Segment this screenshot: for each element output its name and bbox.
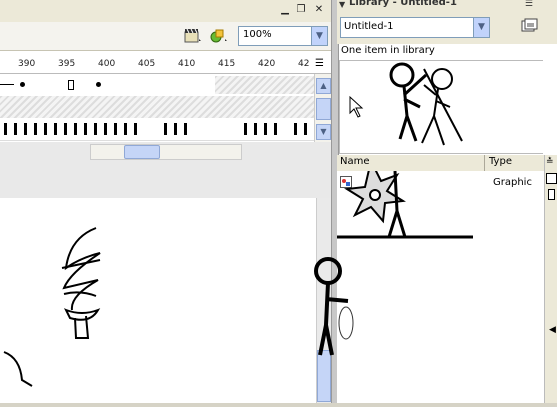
new-library-panel-icon[interactable] bbox=[520, 18, 538, 34]
keyframe[interactable] bbox=[124, 123, 127, 135]
keyframe[interactable] bbox=[184, 123, 187, 135]
keyframe[interactable] bbox=[164, 123, 167, 135]
frame-span bbox=[215, 76, 314, 94]
timeline-vertical-scrollbar[interactable]: ▲ ▼ bbox=[314, 74, 331, 142]
library-title-bar[interactable]: ▼ Library - Untitled-1 ☰ bbox=[337, 0, 557, 15]
column-type[interactable]: Type bbox=[489, 156, 512, 167]
keyframe[interactable] bbox=[44, 123, 47, 135]
keyframe[interactable] bbox=[84, 123, 87, 135]
sort-order-icon[interactable]: ≛ bbox=[546, 157, 554, 167]
window-toolbar: ▁ ❐ ✕ bbox=[0, 0, 331, 23]
keyframe[interactable] bbox=[24, 123, 27, 135]
frame-label: 395 bbox=[58, 59, 76, 69]
zoom-select[interactable]: 100% ▼ bbox=[238, 26, 328, 46]
frame-label: 42 bbox=[298, 59, 310, 69]
edit-bar: 100% ▼ bbox=[0, 22, 331, 51]
library-title: Library - Untitled-1 bbox=[349, 0, 457, 8]
collapse-triangle-icon[interactable]: ▼ bbox=[339, 0, 345, 9]
frame-label: 390 bbox=[18, 59, 36, 69]
minimize-icon[interactable]: ▁ bbox=[279, 4, 291, 16]
library-overlay-drawing bbox=[337, 171, 473, 239]
scroll-thumb[interactable] bbox=[316, 98, 331, 120]
frame-ruler[interactable]: 390 395 400 405 410 415 420 42 ☰ bbox=[0, 56, 331, 74]
stick-figure-drawing bbox=[314, 257, 354, 356]
keyframe[interactable] bbox=[94, 123, 97, 135]
keyframe[interactable] bbox=[254, 123, 257, 135]
blank-keyframe[interactable] bbox=[68, 80, 74, 90]
keyframe[interactable] bbox=[74, 123, 77, 135]
tween-arrow bbox=[0, 84, 14, 85]
frame-label: 400 bbox=[98, 59, 116, 69]
panel-options-icon[interactable]: ☰ bbox=[525, 0, 533, 9]
restore-icon[interactable]: ❐ bbox=[295, 4, 307, 16]
library-document-select[interactable]: Untitled-1 ▼ bbox=[340, 17, 490, 38]
chevron-down-icon[interactable]: ▼ bbox=[311, 27, 327, 45]
keyframe[interactable] bbox=[64, 123, 67, 135]
keyframe[interactable] bbox=[174, 123, 177, 135]
column-divider[interactable] bbox=[484, 155, 485, 171]
library-item-count: One item in library bbox=[341, 45, 435, 56]
scroll-up-icon[interactable]: ▲ bbox=[316, 78, 331, 94]
frame-label: 415 bbox=[218, 59, 236, 69]
narrow-state-icon[interactable] bbox=[548, 189, 555, 200]
wide-state-icon[interactable] bbox=[546, 173, 557, 184]
chevron-down-icon[interactable]: ▼ bbox=[473, 18, 489, 37]
layer-row[interactable] bbox=[0, 118, 314, 141]
keyframe[interactable] bbox=[4, 123, 7, 135]
keyframe[interactable] bbox=[114, 123, 117, 135]
scroll-thumb[interactable] bbox=[124, 145, 160, 159]
zoom-value: 100% bbox=[243, 29, 272, 40]
keyframe[interactable] bbox=[264, 123, 267, 135]
keyframe[interactable] bbox=[304, 123, 307, 135]
frame-label: 410 bbox=[178, 59, 196, 69]
timeline-menu-icon[interactable]: ☰ bbox=[315, 58, 324, 69]
timeline-layers[interactable] bbox=[0, 74, 314, 142]
keyframe[interactable] bbox=[294, 123, 297, 135]
keyframe[interactable] bbox=[134, 123, 137, 135]
timeline-horizontal-scrollbar[interactable] bbox=[90, 144, 242, 160]
library-preview bbox=[339, 60, 545, 154]
column-name[interactable]: Name bbox=[340, 156, 370, 167]
scroll-down-icon[interactable]: ▼ bbox=[316, 124, 331, 140]
stage-canvas[interactable] bbox=[0, 198, 316, 403]
close-icon[interactable]: ✕ bbox=[313, 4, 325, 16]
keyframe[interactable] bbox=[274, 123, 277, 135]
keyframe[interactable] bbox=[104, 123, 107, 135]
layer-row[interactable] bbox=[0, 96, 314, 119]
keyframe[interactable] bbox=[96, 82, 101, 87]
preview-drawing bbox=[349, 62, 463, 146]
status-strip bbox=[0, 403, 557, 407]
stage-drawing bbox=[3, 227, 101, 387]
preview-edge bbox=[543, 60, 557, 155]
keyframe[interactable] bbox=[34, 123, 37, 135]
library-column-header: Name Type bbox=[337, 155, 544, 172]
keyframe[interactable] bbox=[20, 82, 25, 87]
edit-symbols-icon[interactable] bbox=[210, 28, 228, 44]
frame-label: 405 bbox=[138, 59, 156, 69]
frame-label: 420 bbox=[258, 59, 276, 69]
expand-arrow-icon[interactable]: ◀ bbox=[549, 325, 556, 335]
layer-row[interactable] bbox=[0, 74, 314, 97]
edit-scene-icon[interactable] bbox=[184, 28, 202, 44]
keyframe[interactable] bbox=[14, 123, 17, 135]
library-document-value: Untitled-1 bbox=[344, 21, 394, 32]
library-side-toolbar: ≛ ◀ bbox=[544, 155, 557, 403]
keyframe[interactable] bbox=[54, 123, 57, 135]
keyframe[interactable] bbox=[244, 123, 247, 135]
